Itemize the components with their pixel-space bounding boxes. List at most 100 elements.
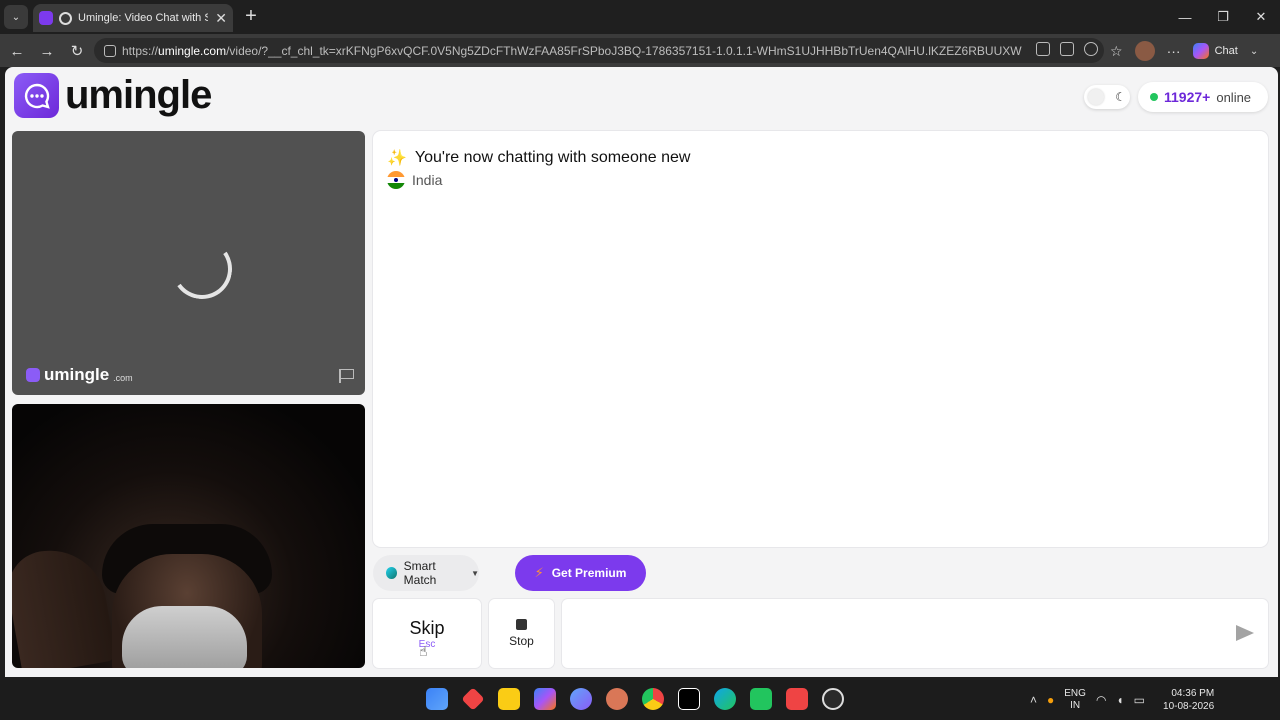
copilot-taskbar-icon[interactable] — [534, 688, 556, 710]
watermark-logo-icon — [26, 368, 40, 382]
more-icon[interactable]: ··· — [1167, 43, 1181, 59]
chatgpt-icon[interactable] — [822, 688, 844, 710]
report-flag-icon[interactable] — [339, 369, 355, 383]
globe-icon — [386, 567, 397, 579]
stop-button[interactable]: Stop — [489, 599, 554, 668]
send-icon[interactable] — [1236, 625, 1254, 641]
toggle-knob — [1088, 89, 1104, 105]
minimize-icon[interactable]: — — [1166, 0, 1204, 34]
country-name: India — [412, 172, 443, 188]
url-domain: umingle.com — [158, 43, 227, 58]
lang-line2: IN — [1070, 700, 1081, 711]
system-tray: ˄ ● ENG IN ◠ ◖ ▭ 04:36 PM 10-08-2026 — [1030, 686, 1214, 714]
capcut-icon[interactable] — [678, 688, 700, 710]
close-window-icon[interactable]: ✕ — [1242, 0, 1280, 34]
moon-icon: ☾ — [1115, 90, 1126, 104]
theme-toggle[interactable]: ☾ — [1084, 85, 1130, 109]
skip-label: Skip — [409, 617, 445, 638]
remote-video: umingle .com — [12, 131, 365, 395]
watermark-brand: umingle — [44, 365, 110, 384]
get-premium-button[interactable]: ⚡ Get Premium — [515, 555, 646, 591]
partner-country: India — [387, 171, 442, 189]
india-flag-icon — [387, 171, 405, 189]
watermark-domain: .com — [113, 372, 133, 383]
reader-icon[interactable] — [1060, 42, 1074, 56]
site-logo[interactable]: umingle — [14, 73, 212, 118]
youtube-icon[interactable] — [786, 688, 808, 710]
back-button[interactable]: ← — [6, 40, 28, 62]
url-prefix: https:// — [122, 43, 159, 58]
copilot-chat-button[interactable]: Chat — [1192, 43, 1238, 59]
address-bar[interactable]: https://umingle.com/video/?__cf_chl_tk=x… — [94, 38, 1104, 63]
refresh-button[interactable]: ↻ — [66, 40, 88, 62]
stop-label: Stop — [509, 634, 534, 648]
toolbar-right: ☆ ··· Chat ⌄ — [1110, 39, 1258, 63]
language-indicator[interactable]: ENG IN — [1064, 688, 1086, 712]
page: umingle ☾ 11927+ online umingle .com ✨ Y… — [5, 67, 1278, 677]
chat-bubble-icon — [14, 73, 59, 118]
taskbar-apps — [426, 687, 844, 711]
chat-panel: ✨ You're now chatting with someone new I… — [373, 131, 1268, 547]
chat-status-message: You're now chatting with someone new — [414, 149, 691, 166]
whatsapp-icon[interactable] — [750, 688, 772, 710]
tab-title: Umingle: Video Chat with Stra — [78, 12, 208, 24]
battery-icon[interactable]: ▭ — [1134, 693, 1145, 707]
video-watermark: umingle .com — [26, 365, 133, 385]
online-label: online — [1216, 89, 1252, 105]
address-bar-actions — [1036, 42, 1098, 56]
video-person-mask — [122, 606, 247, 668]
loading-icon — [59, 11, 72, 25]
chevron-down-icon: ⌄ — [11, 11, 21, 23]
lang-line1: ENG — [1064, 688, 1086, 699]
smart-match-dropdown[interactable]: Smart Match ▼ — [373, 555, 479, 591]
camera-icon[interactable] — [1036, 42, 1050, 56]
browser-toolbar: ← → ↻ https://umingle.com/video/?__cf_ch… — [0, 34, 1280, 67]
tab-list-button[interactable]: ⌄ — [4, 5, 28, 29]
browser-tab-bar: ⌄ Umingle: Video Chat with Stra ✕ + — ❐ … — [0, 0, 1280, 34]
bolt-icon: ⚡ — [534, 565, 544, 580]
caret-down-icon: ▼ — [471, 568, 479, 578]
message-input[interactable] — [576, 619, 1216, 649]
site-info-icon[interactable] — [104, 44, 116, 57]
favorite-star-icon[interactable] — [1084, 42, 1098, 56]
sidebar-chevron-icon[interactable]: ⌄ — [1250, 46, 1258, 57]
file-explorer-icon[interactable] — [498, 688, 520, 710]
skip-button[interactable]: Skip Esc ☝ — [373, 599, 481, 668]
windows-start-icon[interactable] — [426, 688, 448, 710]
message-composer — [562, 599, 1268, 668]
clock[interactable]: 04:36 PM 10-08-2026 — [1163, 687, 1214, 713]
favorites-icon[interactable]: ☆ — [1110, 43, 1123, 60]
brand-name: umingle — [65, 73, 212, 117]
red-app-icon[interactable] — [461, 687, 485, 711]
url-path: /video/?__cf_chl_tk=xrKFNgP6xvQCF.0V5Ng5… — [226, 43, 1022, 58]
hand-cursor-icon: ☝ — [419, 643, 428, 659]
close-tab-icon[interactable]: ✕ — [215, 10, 227, 27]
clock-time: 04:36 PM — [1171, 688, 1215, 699]
clock-date: 10-08-2026 — [1163, 701, 1215, 712]
speaker-icon[interactable]: ◖ — [1116, 693, 1123, 707]
stop-icon — [516, 619, 527, 630]
edge-icon[interactable] — [714, 688, 736, 710]
chat-status: ✨ You're now chatting with someone new — [387, 148, 690, 168]
browser-tab-active[interactable]: Umingle: Video Chat with Stra ✕ — [33, 4, 233, 32]
chevron-up-icon[interactable]: ˄ — [1030, 693, 1037, 707]
self-video — [12, 404, 365, 668]
restore-icon[interactable]: ❐ — [1204, 0, 1242, 34]
smart-match-label: Smart Match — [403, 559, 437, 587]
loading-spinner-icon — [167, 234, 237, 304]
url-text: https://umingle.com/video/?__cf_chl_tk=x… — [122, 44, 1022, 58]
online-count: 11927+ — [1164, 89, 1211, 105]
new-tab-button[interactable]: + — [241, 6, 261, 26]
forward-button[interactable]: → — [36, 40, 58, 62]
profile-avatar[interactable] — [1134, 41, 1155, 61]
gemini-icon[interactable] — [570, 688, 592, 710]
sparkle-icon: ✨ — [387, 150, 407, 167]
umingle-favicon-icon — [39, 11, 53, 25]
video-person-arm — [12, 541, 117, 668]
chrome-icon[interactable] — [642, 688, 664, 710]
arrow-left-icon: ← — [9, 42, 25, 60]
arrow-right-icon: → — [39, 42, 55, 60]
wifi-icon[interactable]: ◠ — [1096, 693, 1106, 707]
claude-icon[interactable] — [606, 688, 628, 710]
microphone-icon[interactable]: ● — [1047, 693, 1054, 707]
